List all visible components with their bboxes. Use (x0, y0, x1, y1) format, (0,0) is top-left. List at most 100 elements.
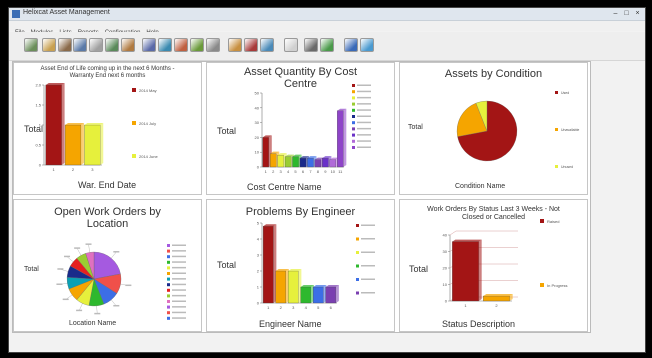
calendar-icon[interactable] (206, 38, 220, 52)
legend-label (357, 146, 371, 148)
settings-icon[interactable] (344, 38, 358, 52)
bar (307, 157, 314, 168)
x-tick-label: 10 (331, 169, 336, 174)
bar-top (65, 123, 84, 125)
y-tick-label: 10 (443, 282, 448, 287)
bar-chart: 010203040501 2 3 4 5 6 7 8 9 10 11 (255, 84, 371, 174)
legend-swatch (167, 300, 170, 303)
legend-swatch (356, 291, 359, 295)
notes-icon[interactable] (284, 38, 298, 52)
import-icon[interactable] (304, 38, 318, 52)
dashboard-grid: Asset End of Life coming up in the next … (12, 61, 591, 333)
pie-label (94, 312, 101, 315)
tools-icon[interactable] (105, 38, 119, 52)
legend-swatch (167, 272, 170, 275)
app-window: Helixcat Asset Management – □ × FileModu… (8, 7, 646, 353)
chart-panel-work-orders-status: Work Orders By Status Last 3 Weeks - Not… (399, 199, 588, 332)
x-tick-label: 2 (280, 305, 283, 310)
schedule-icon[interactable] (174, 38, 188, 52)
status-bar (9, 335, 645, 352)
bar (64, 124, 82, 166)
bar (483, 295, 510, 302)
bar-side (80, 123, 84, 165)
pie-chart (56, 243, 186, 320)
legend-label (357, 103, 371, 105)
legend-swatch (356, 224, 359, 227)
legend-label (172, 311, 186, 314)
pie-label (113, 251, 120, 253)
help-icon[interactable] (360, 38, 374, 52)
stock-icon[interactable] (244, 38, 258, 52)
legend-label (172, 283, 186, 286)
legend-swatch (167, 294, 170, 298)
maximize-icon[interactable]: □ (622, 9, 631, 18)
work-orders-icon[interactable] (142, 38, 156, 52)
assets-icon[interactable] (24, 38, 38, 52)
bar-top (483, 294, 513, 297)
pie-label (76, 309, 83, 312)
legend-swatch (167, 305, 170, 309)
export-icon[interactable] (320, 38, 334, 52)
legend-label (172, 278, 186, 280)
legend-swatch (356, 251, 359, 254)
close-icon[interactable]: × (633, 9, 642, 18)
legend-swatch (352, 90, 355, 94)
pie-label (113, 304, 120, 307)
x-tick-label: 9 (324, 169, 327, 174)
bar (329, 159, 337, 168)
legend-label: 2014 June (139, 154, 158, 159)
minimize-icon[interactable]: – (611, 9, 620, 18)
cost-centres-icon[interactable] (73, 38, 87, 52)
legend-label (357, 127, 371, 130)
bar (452, 241, 479, 302)
pie-label (56, 283, 63, 285)
legend-swatch (167, 255, 170, 259)
y-tick-label: 40 (443, 233, 448, 238)
pie-label (64, 255, 71, 258)
title-bar: Helixcat Asset Management – □ × (9, 8, 645, 21)
legend-label: Used (561, 91, 569, 95)
legend-label: Unavailable (561, 128, 579, 132)
y-tick-label: 50 (255, 91, 260, 96)
legend-label (357, 121, 371, 124)
app-icon (12, 10, 20, 18)
x-tick-label: 3 (91, 167, 94, 172)
asset-register-icon[interactable] (42, 38, 56, 52)
legend-swatch (555, 165, 558, 168)
problems-icon[interactable] (158, 38, 172, 52)
bar-chart: 0 0.5 1 1.5 2.0 1 2 3 2014 May 2014 July 2014 June (35, 83, 158, 173)
reports-icon[interactable] (190, 38, 204, 52)
chart-panel-work-orders-location: Open Work Orders by Location Total Locat… (13, 199, 202, 332)
purchase-icon[interactable] (260, 38, 274, 52)
y-tick-label: 10 (255, 150, 260, 155)
chart-panel-engineer: Problems By Engineer Total Engineer Name… (206, 199, 395, 332)
locations-icon[interactable] (58, 38, 72, 52)
legend-label (172, 266, 186, 269)
toolbar (9, 32, 645, 61)
legend-swatch (352, 84, 355, 87)
legend-swatch (167, 316, 170, 320)
suppliers-icon[interactable] (89, 38, 103, 52)
legend-label (357, 134, 371, 136)
pie-label (85, 243, 92, 245)
y-tick-label: 1.5 (35, 103, 41, 108)
legend-swatch (352, 139, 355, 143)
bar-chart: 0 10 20 30 40 1 2 Raised In Progress (443, 219, 567, 308)
legend-label (172, 272, 186, 274)
chart-panel-condition: Assets by Condition Total Condition Name… (399, 62, 588, 195)
legend-label (357, 96, 371, 99)
x-tick-label: 7 (309, 169, 312, 174)
legend-label: 2014 May (139, 88, 157, 93)
y-tick-label: 1 (257, 285, 260, 290)
x-tick-label: 3 (280, 169, 283, 174)
bar-top (45, 83, 65, 85)
legend-swatch (356, 264, 359, 268)
users-icon[interactable] (121, 38, 135, 52)
x-tick-label: 1 (267, 305, 270, 310)
pie-chart: Used Unavailable Unused (456, 91, 579, 169)
y-tick-label: 20 (443, 266, 448, 271)
bar (314, 159, 322, 168)
legend-swatch (352, 102, 355, 106)
documents-icon[interactable] (228, 38, 242, 52)
bar-side (61, 83, 65, 165)
